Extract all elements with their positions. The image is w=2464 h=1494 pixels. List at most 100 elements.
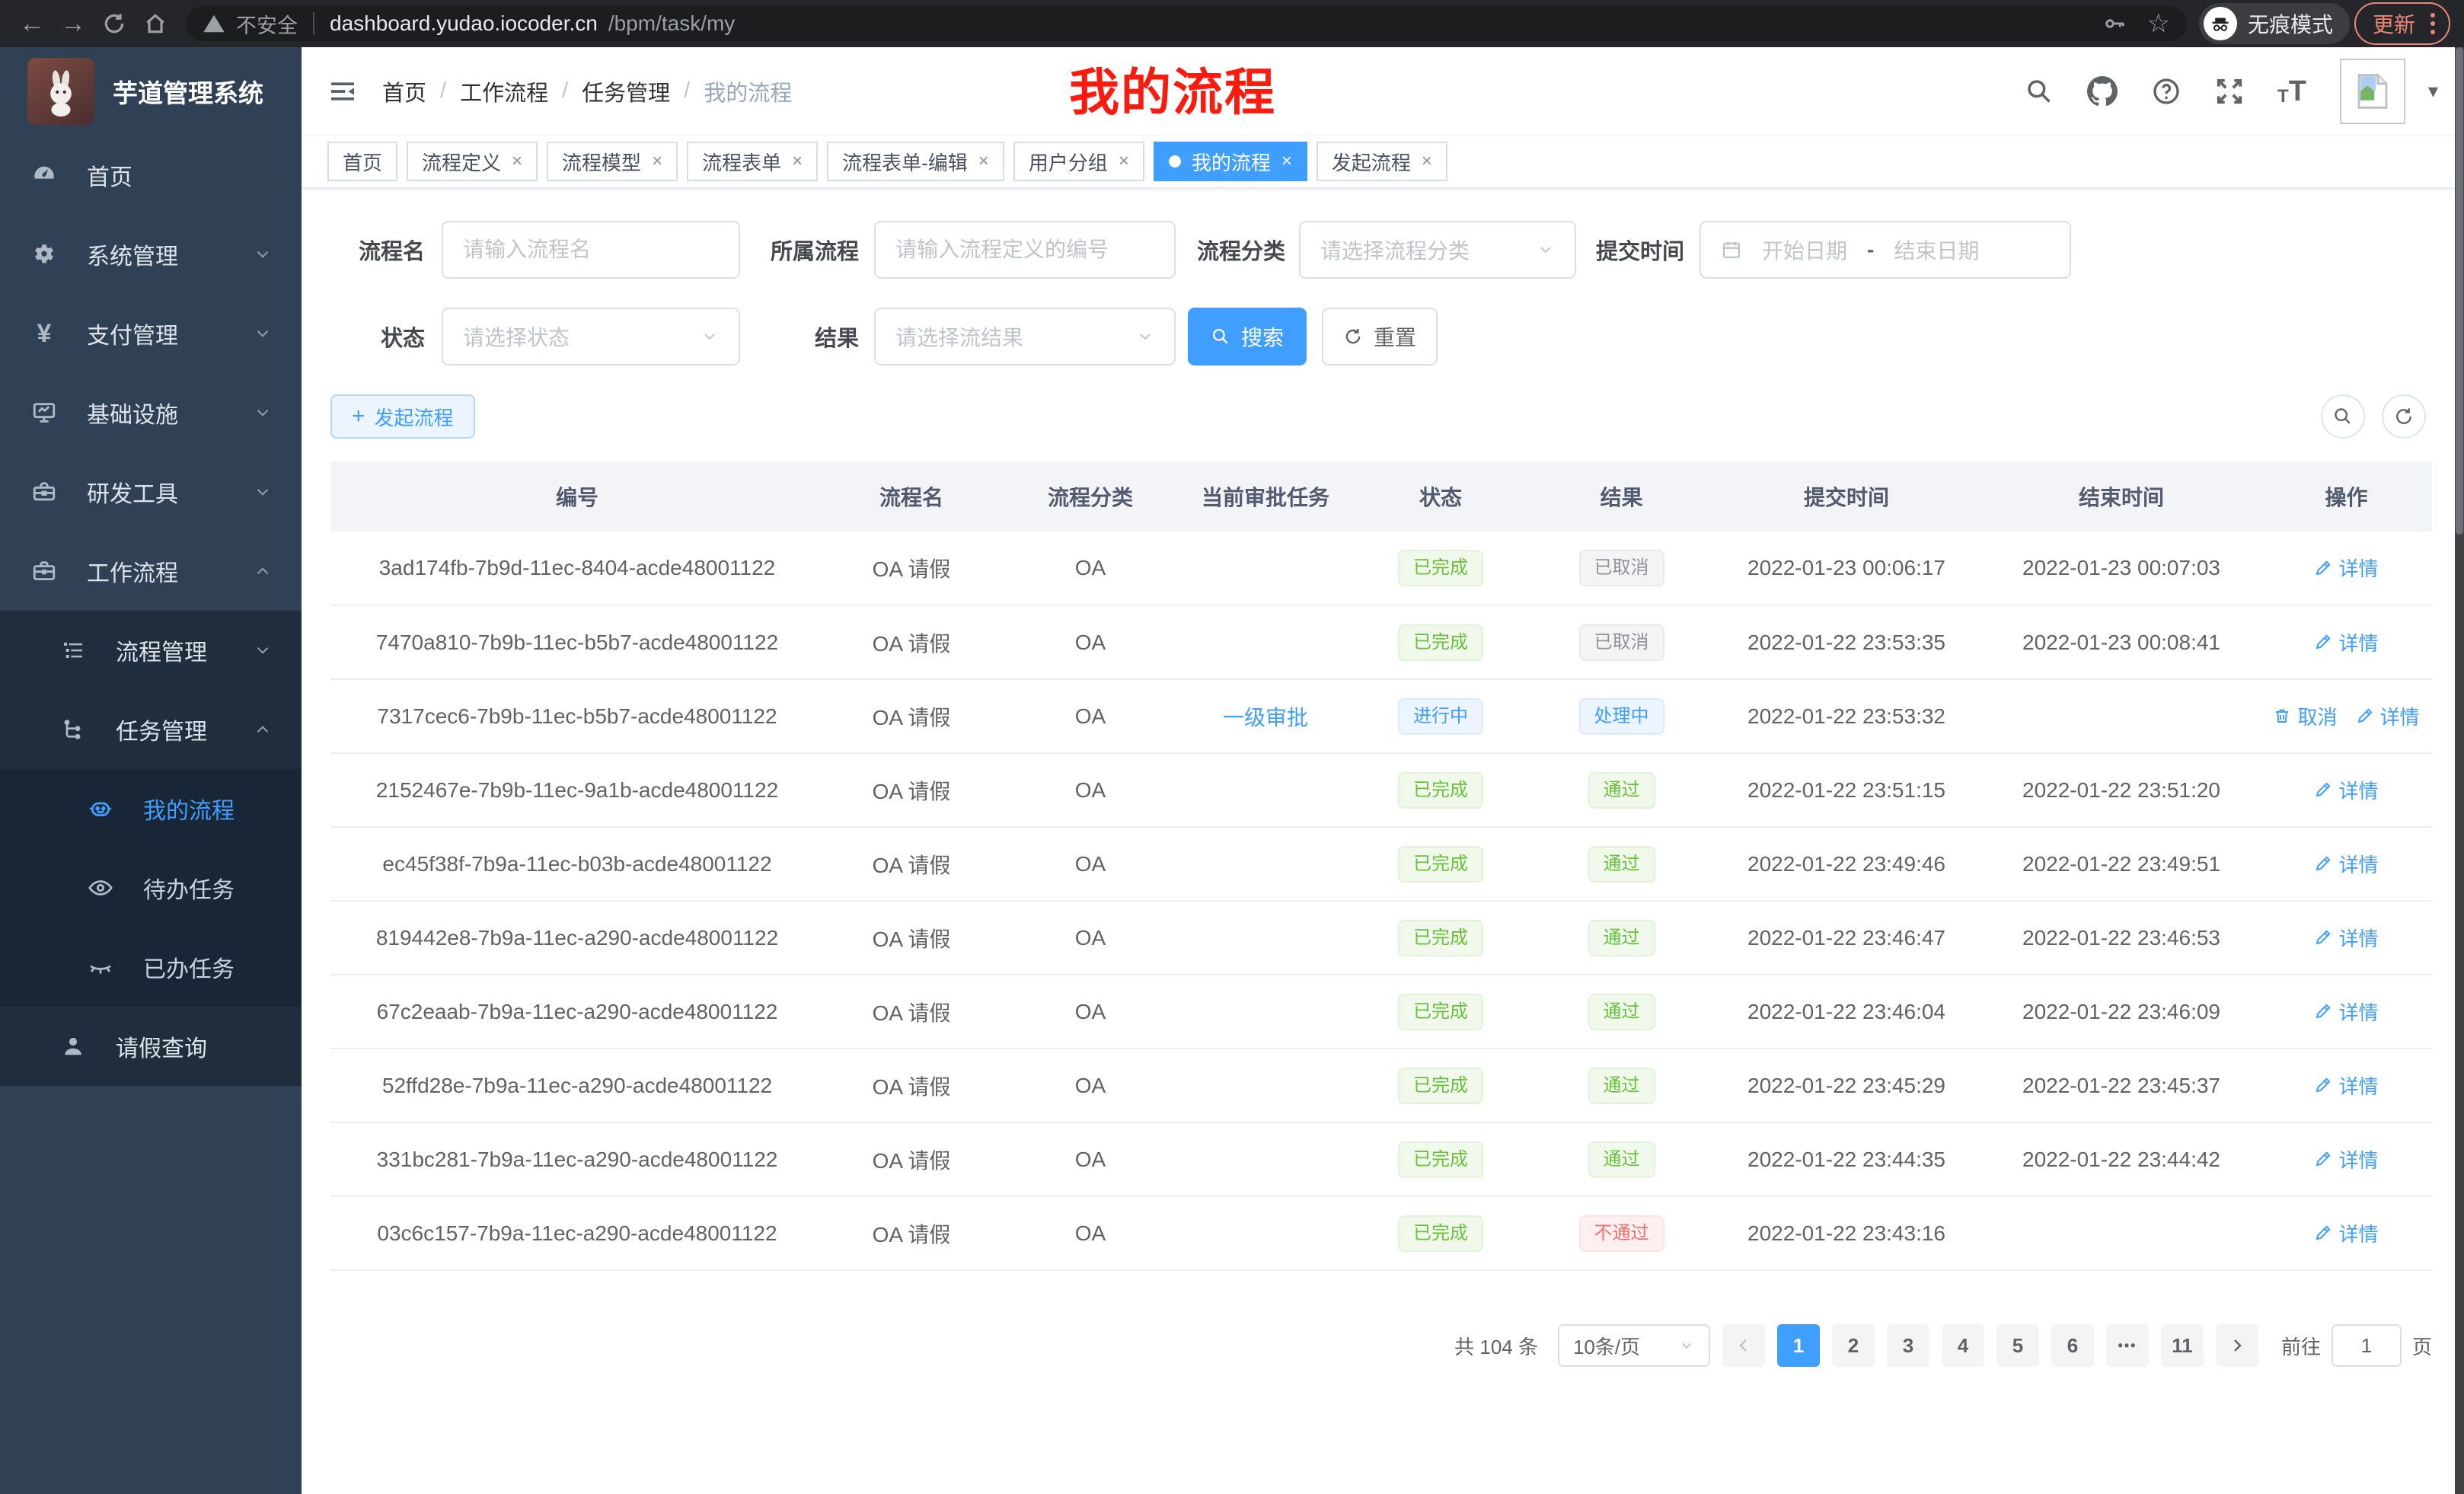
tab-process-form[interactable]: 流程表单× bbox=[687, 142, 818, 181]
tab-start-process[interactable]: 发起流程× bbox=[1317, 142, 1447, 181]
detail-link[interactable]: 详情 bbox=[2314, 628, 2378, 656]
close-icon[interactable]: × bbox=[512, 151, 522, 172]
goto-page-input[interactable] bbox=[2332, 1324, 2402, 1367]
breadcrumb-task-mgmt[interactable]: 任务管理 bbox=[582, 75, 670, 107]
avatar-caret-icon[interactable]: ▾ bbox=[2428, 79, 2438, 103]
table-row: 52ffd28e-7b9a-11ec-a290-acde48001122OA 请… bbox=[330, 1049, 2432, 1122]
avatar[interactable] bbox=[2340, 59, 2405, 124]
row-result: 通过 bbox=[1532, 1122, 1711, 1196]
browser-update-button[interactable]: 更新 bbox=[2354, 2, 2450, 45]
sidebar-item-todo-tasks[interactable]: 待办任务 bbox=[0, 848, 302, 927]
sidebar-item-home[interactable]: 首页 bbox=[0, 136, 302, 215]
password-key-icon[interactable] bbox=[2102, 11, 2127, 36]
app-logo-row[interactable]: 芋道管理系统 bbox=[0, 47, 302, 136]
page-3-button[interactable]: 3 bbox=[1887, 1324, 1929, 1367]
page-11-button[interactable]: 11 bbox=[2161, 1324, 2204, 1367]
next-page-button[interactable] bbox=[2216, 1324, 2258, 1367]
show-search-toggle-button[interactable] bbox=[2321, 394, 2365, 439]
status-select[interactable]: 请选择状态 bbox=[442, 308, 740, 366]
end-date-placeholder[interactable]: 结束日期 bbox=[1894, 235, 1979, 265]
page-5-button[interactable]: 5 bbox=[1996, 1324, 2039, 1367]
close-icon[interactable]: × bbox=[1119, 151, 1129, 172]
submit-time-range-picker[interactable]: 开始日期 - 结束日期 bbox=[1700, 221, 2071, 279]
current-task-link[interactable]: 一级审批 bbox=[1223, 706, 1308, 729]
address-bar[interactable]: 不安全 dashboard.yudao.iocoder.cn/bpm/task/… bbox=[186, 6, 2187, 41]
detail-link[interactable]: 详情 bbox=[2314, 1145, 2378, 1173]
close-icon[interactable]: × bbox=[792, 151, 803, 172]
sidebar-item-workflow[interactable]: 工作流程 bbox=[0, 532, 302, 611]
browser-back-button[interactable]: ← bbox=[14, 5, 50, 42]
page-4-button[interactable]: 4 bbox=[1942, 1324, 1984, 1367]
close-icon[interactable]: × bbox=[652, 151, 662, 172]
sidebar-item-devtools[interactable]: 研发工具 bbox=[0, 452, 302, 532]
detail-link[interactable]: 详情 bbox=[2314, 924, 2378, 952]
sidebar-item-process-mgmt[interactable]: 流程管理 bbox=[0, 611, 302, 690]
tab-home[interactable]: 首页 bbox=[327, 142, 397, 181]
tab-user-group[interactable]: 用户分组× bbox=[1013, 142, 1144, 181]
tab-process-definition[interactable]: 流程定义× bbox=[407, 142, 538, 181]
sidebar-item-payment[interactable]: ¥ 支付管理 bbox=[0, 294, 302, 373]
reset-button[interactable]: 重置 bbox=[1322, 308, 1438, 366]
close-icon[interactable]: × bbox=[978, 151, 989, 172]
detail-link[interactable]: 详情 bbox=[2314, 850, 2378, 878]
prev-page-button[interactable] bbox=[1722, 1324, 1765, 1367]
detail-link[interactable]: 详情 bbox=[2356, 702, 2420, 730]
browser-reload-button[interactable] bbox=[96, 5, 132, 42]
detail-link[interactable]: 详情 bbox=[2314, 1219, 2378, 1247]
table-row: 331bc281-7b9a-11ec-a290-acde48001122OA 请… bbox=[330, 1122, 2432, 1196]
page-size-select[interactable]: 10条/页 bbox=[1558, 1324, 1710, 1367]
sidebar-item-system[interactable]: 系统管理 bbox=[0, 215, 302, 294]
font-size-icon[interactable]: TT bbox=[2277, 77, 2306, 106]
sidebar-item-infra[interactable]: 基础设施 bbox=[0, 373, 302, 452]
page-2-button[interactable]: 2 bbox=[1832, 1324, 1875, 1367]
detail-link[interactable]: 详情 bbox=[2314, 554, 2378, 582]
page-ellipsis-button[interactable]: ••• bbox=[2106, 1324, 2149, 1367]
tab-process-form-edit[interactable]: 流程表单-编辑× bbox=[827, 142, 1004, 181]
tab-my-process[interactable]: 我的流程× bbox=[1154, 142, 1307, 181]
result-select[interactable]: 请选择流结果 bbox=[874, 308, 1176, 366]
browser-forward-button[interactable]: → bbox=[55, 5, 91, 42]
hamburger-icon[interactable] bbox=[327, 76, 358, 107]
table-row: ec45f38f-7b9a-11ec-b03b-acde48001122OA 请… bbox=[330, 827, 2432, 901]
omnibox-divider bbox=[313, 12, 314, 35]
sidebar-item-task-mgmt[interactable]: 任务管理 bbox=[0, 690, 302, 769]
page-6-button[interactable]: 6 bbox=[2051, 1324, 2094, 1367]
category-select[interactable]: 请选择流程分类 bbox=[1299, 221, 1576, 279]
cancel-link[interactable]: 取消 bbox=[2273, 702, 2337, 730]
close-icon[interactable]: × bbox=[1281, 151, 1292, 172]
breadcrumb-workflow[interactable]: 工作流程 bbox=[460, 75, 548, 107]
breadcrumb: 首页 / 工作流程 / 任务管理 / 我的流程 bbox=[382, 75, 792, 107]
bookmark-star-icon[interactable]: ☆ bbox=[2146, 8, 2169, 39]
close-icon[interactable]: × bbox=[1422, 151, 1432, 172]
detail-link[interactable]: 详情 bbox=[2314, 998, 2378, 1026]
browser-home-button[interactable] bbox=[137, 5, 174, 42]
tab-process-model[interactable]: 流程模型× bbox=[547, 142, 678, 181]
start-date-placeholder[interactable]: 开始日期 bbox=[1762, 235, 1847, 265]
status-label: 状态 bbox=[330, 321, 425, 353]
url-host[interactable]: dashboard.yudao.iocoder.cn bbox=[330, 11, 598, 36]
scrollbar-thumb[interactable] bbox=[2456, 47, 2463, 535]
search-icon[interactable] bbox=[2025, 77, 2054, 106]
update-label[interactable]: 更新 bbox=[2373, 8, 2415, 39]
active-tab-dot bbox=[1169, 155, 1181, 168]
github-icon[interactable] bbox=[2087, 76, 2118, 107]
start-process-button[interactable]: + 发起流程 bbox=[330, 394, 475, 439]
fullscreen-icon[interactable] bbox=[2215, 77, 2244, 106]
detail-link[interactable]: 详情 bbox=[2314, 776, 2378, 804]
detail-link[interactable]: 详情 bbox=[2314, 1071, 2378, 1100]
sidebar-item-my-process[interactable]: 我的流程 bbox=[0, 769, 302, 848]
browser-scrollbar[interactable] bbox=[2455, 47, 2464, 1494]
process-def-input[interactable] bbox=[874, 221, 1176, 279]
row-category: OA bbox=[999, 679, 1182, 753]
not-secure-label[interactable]: 不安全 bbox=[236, 9, 298, 39]
browser-menu-icon[interactable] bbox=[2430, 13, 2435, 34]
search-button[interactable]: 搜索 bbox=[1188, 308, 1307, 366]
sidebar-item-leave-query[interactable]: 请假查询 bbox=[0, 1007, 302, 1086]
refresh-button[interactable] bbox=[2382, 394, 2426, 439]
help-icon[interactable] bbox=[2151, 76, 2182, 107]
process-name-input[interactable] bbox=[442, 221, 740, 279]
breadcrumb-home[interactable]: 首页 bbox=[382, 75, 426, 107]
page-1-button[interactable]: 1 bbox=[1777, 1324, 1820, 1367]
row-current-task bbox=[1182, 827, 1349, 901]
sidebar-item-done-tasks[interactable]: 已办任务 bbox=[0, 927, 302, 1007]
